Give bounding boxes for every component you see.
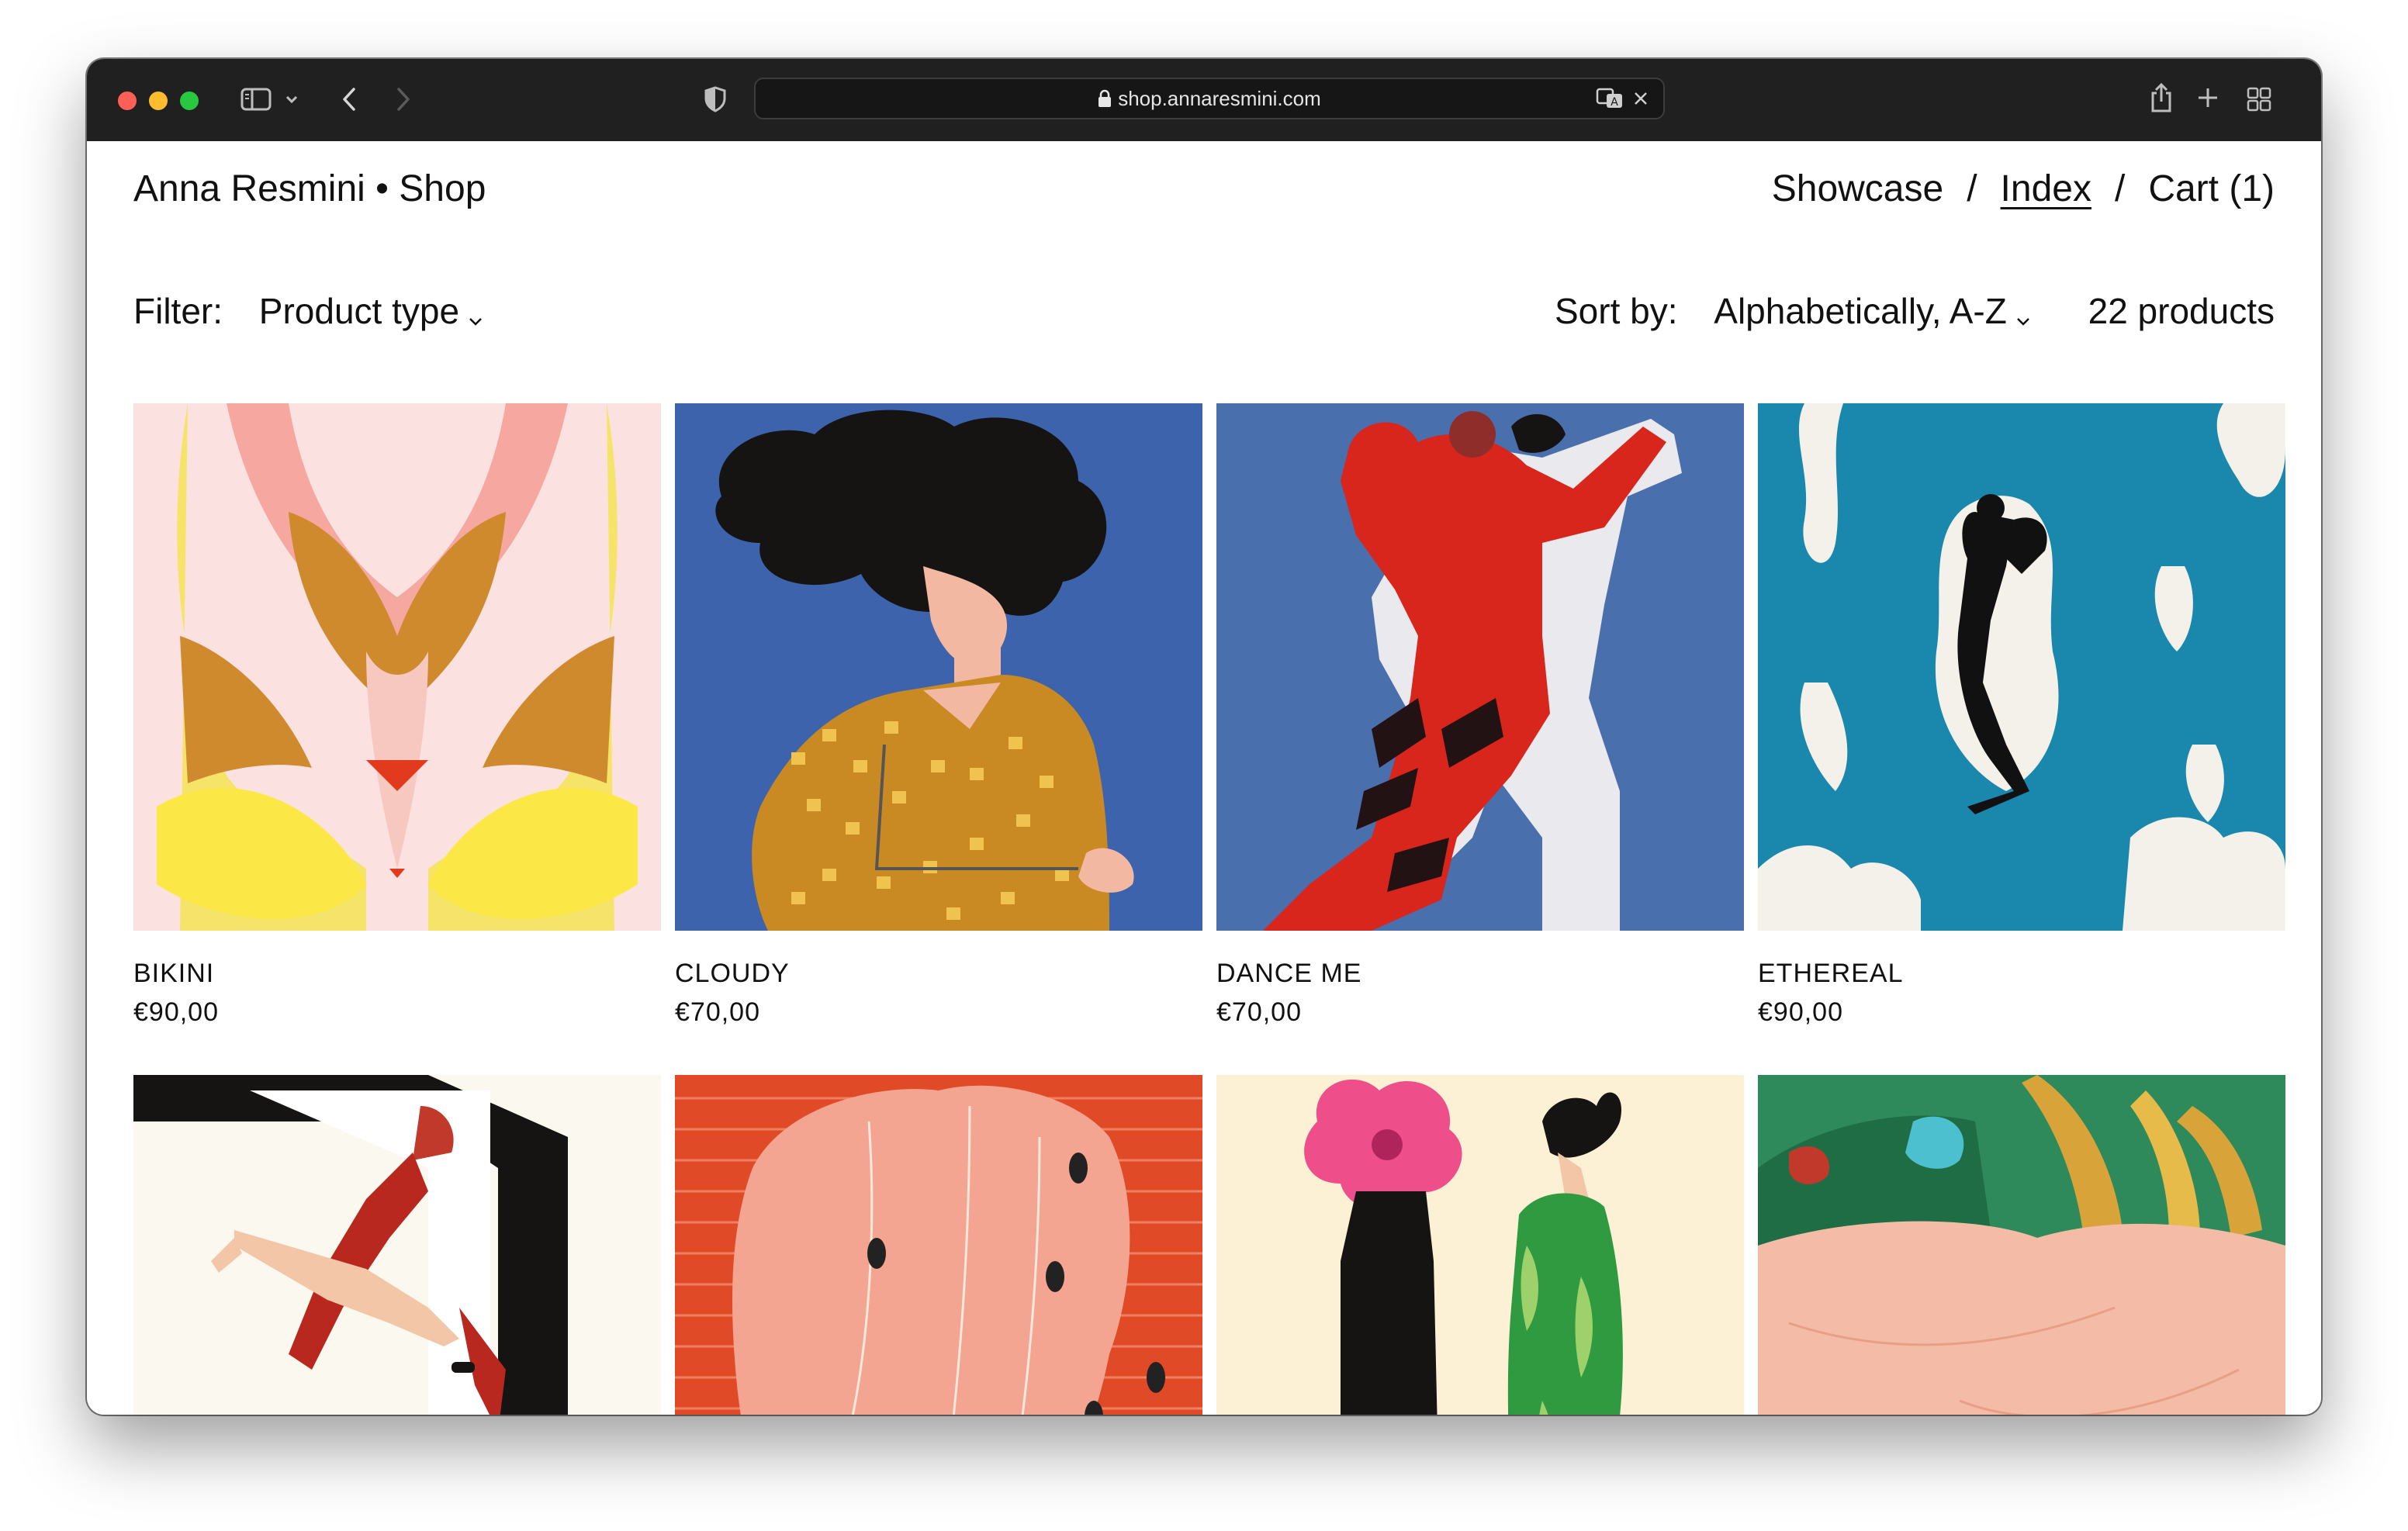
sort-dropdown[interactable]: Alphabetically, A-Z	[1714, 291, 2040, 331]
product-image[interactable]	[1758, 1075, 2285, 1415]
address-text: shop.annaresmini.com	[754, 78, 1665, 119]
minimize-window-button[interactable]	[149, 92, 168, 110]
back-icon[interactable]	[335, 84, 363, 115]
zoom-window-button[interactable]	[180, 92, 199, 110]
product-price: €90,00	[133, 997, 219, 1027]
svg-text:A: A	[1611, 96, 1618, 109]
forward-icon[interactable]	[389, 84, 417, 115]
nav-index[interactable]: Index	[2001, 168, 2091, 210]
nav-cart[interactable]: Cart (1)	[2148, 168, 2275, 210]
lock-icon	[1098, 80, 1112, 122]
product-image-dance-me[interactable]	[1216, 403, 1744, 931]
product-count: 22 products	[2088, 291, 2275, 331]
sidebar-icon[interactable]	[239, 85, 273, 113]
chevron-down-icon	[2016, 293, 2030, 335]
page-content: Anna Resmini • Shop Showcase / Index / Cart …	[87, 141, 2321, 1415]
product-image[interactable]	[1216, 1075, 1744, 1415]
product-image-ethereal[interactable]	[1758, 403, 2285, 931]
product-image-bikini[interactable]	[133, 403, 661, 931]
share-icon[interactable]	[2147, 81, 2175, 115]
product-title[interactable]: CLOUDY	[675, 959, 790, 989]
site-brand[interactable]: Anna Resmini • Shop	[133, 168, 486, 210]
product-title[interactable]: DANCE ME	[1216, 959, 1361, 989]
chevron-down-icon[interactable]	[282, 90, 301, 109]
product-image[interactable]	[133, 1075, 661, 1415]
browser-toolbar: shop.annaresmini.com A	[87, 59, 2321, 141]
product-price: €70,00	[675, 997, 760, 1027]
sort-label: Sort by:	[1554, 291, 1678, 331]
filter-label: Filter:	[133, 291, 223, 331]
plus-icon[interactable]	[2194, 84, 2222, 112]
product-image-cloudy[interactable]	[675, 403, 1202, 931]
product-type-value: Product type	[258, 291, 460, 331]
filter-bar: Filter: Product type	[133, 290, 483, 335]
tab-overview-icon[interactable]	[2245, 85, 2273, 113]
sort-value: Alphabetically, A-Z	[1714, 291, 2007, 331]
product-price: €70,00	[1216, 997, 1302, 1027]
product-price: €90,00	[1758, 997, 1843, 1027]
product-type-dropdown[interactable]: Product type	[259, 291, 483, 331]
close-icon[interactable]	[1631, 88, 1651, 109]
address-bar[interactable]: shop.annaresmini.com A	[754, 78, 1665, 119]
browser-window: shop.annaresmini.com A Anna Resmini • Sh…	[87, 59, 2321, 1415]
nav-separator: /	[2114, 168, 2126, 209]
main-nav: Showcase / Index / Cart (1)	[1772, 168, 2275, 210]
url-text: shop.annaresmini.com	[1118, 87, 1321, 110]
nav-separator: /	[1967, 168, 1977, 209]
translate-icon[interactable]: A	[1595, 87, 1626, 110]
shield-icon[interactable]	[701, 84, 729, 115]
nav-showcase[interactable]: Showcase	[1772, 168, 1943, 210]
product-image[interactable]	[675, 1075, 1202, 1415]
chevron-down-icon	[469, 293, 483, 335]
product-title[interactable]: ETHEREAL	[1758, 959, 1904, 989]
sort-bar: Sort by: Alphabetically, A-Z 22 products	[1555, 290, 2275, 335]
product-title[interactable]: BIKINI	[133, 959, 214, 989]
close-window-button[interactable]	[118, 92, 137, 110]
